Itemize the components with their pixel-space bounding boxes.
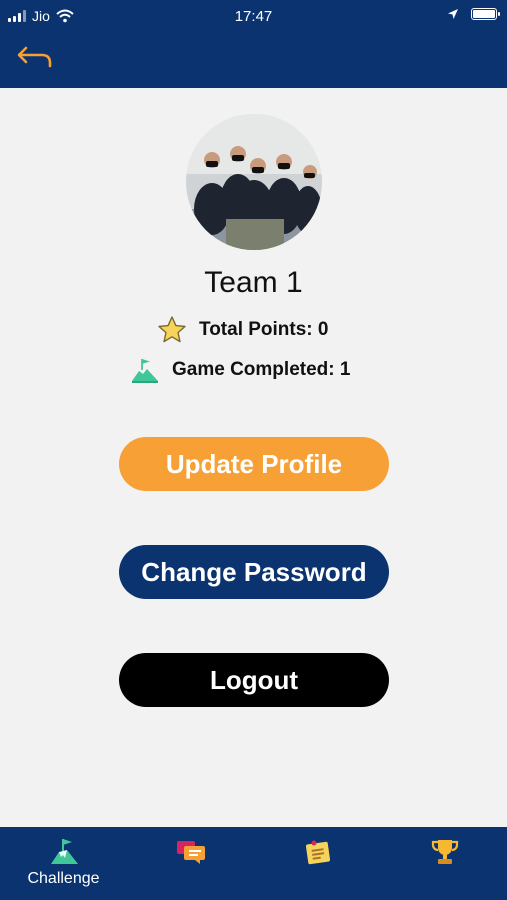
total-points-label: Total Points: 0 xyxy=(199,319,329,340)
mountain-flag-icon xyxy=(132,359,158,383)
status-bar: Jio 17:47 xyxy=(0,0,507,34)
games-completed-label: Game Completed: 1 xyxy=(172,359,351,380)
star-icon xyxy=(158,316,186,343)
total-points-row: Total Points: 0 xyxy=(157,315,328,345)
trophy-icon xyxy=(431,840,458,864)
header-bar: Jio 17:47 xyxy=(0,0,507,88)
tab-challenge-label: Challenge xyxy=(27,870,100,887)
chat-icon xyxy=(176,841,205,864)
tab-challenge[interactable]: Challenge xyxy=(0,827,127,900)
games-completed-row: Game Completed: 1 xyxy=(130,355,350,385)
back-arrow-icon xyxy=(17,46,52,68)
change-password-button[interactable]: Change Password xyxy=(119,545,389,599)
tab-chat[interactable] xyxy=(127,827,254,900)
status-time: 17:47 xyxy=(234,8,273,25)
tab-leaderboard[interactable] xyxy=(381,827,507,900)
update-profile-button[interactable]: Update Profile xyxy=(119,437,389,491)
team-avatar xyxy=(186,114,322,250)
notes-icon xyxy=(305,840,330,865)
status-right xyxy=(447,8,500,20)
location-arrow-icon xyxy=(448,9,458,19)
mountain-flag-icon xyxy=(50,839,78,864)
battery-icon xyxy=(471,8,500,20)
team-photo xyxy=(186,114,322,250)
team-name: Team 1 xyxy=(204,266,303,299)
back-button[interactable] xyxy=(16,42,56,74)
logout-button[interactable]: Logout xyxy=(119,653,389,707)
tab-notes[interactable] xyxy=(254,827,381,900)
bottom-tab-bar: Challenge xyxy=(0,827,507,900)
